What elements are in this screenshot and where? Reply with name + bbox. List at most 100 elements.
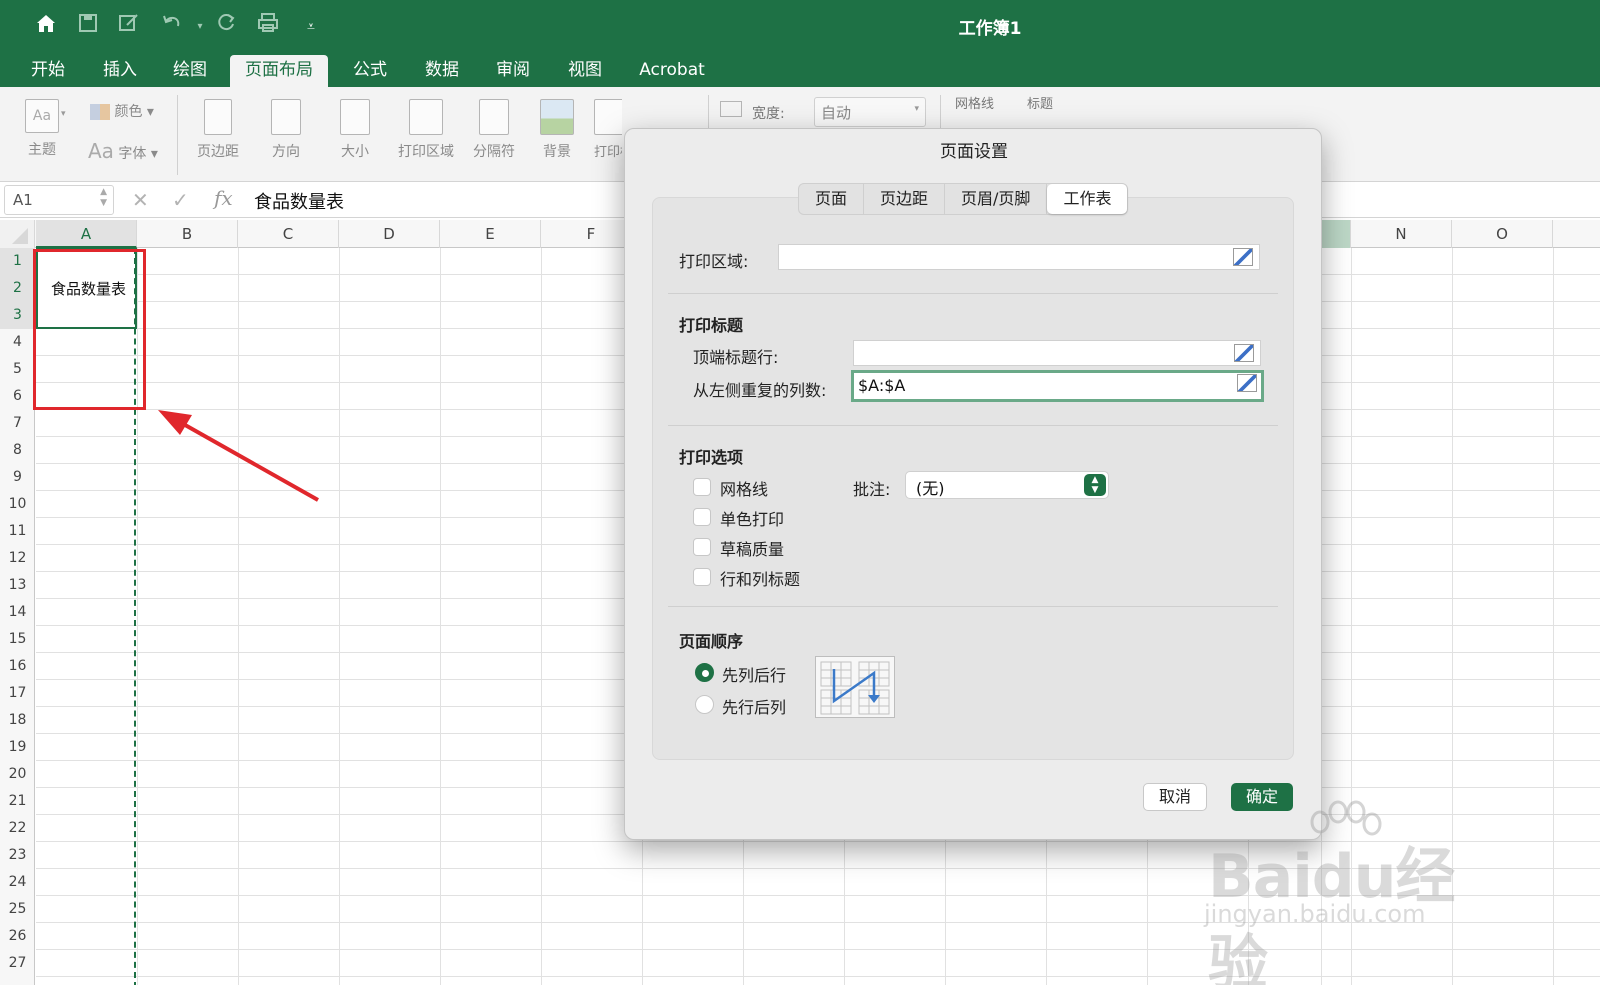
select-all-corner[interactable] (0, 220, 35, 248)
function-icon[interactable]: fx (214, 186, 233, 210)
row-column-headings-checkbox[interactable] (693, 568, 711, 586)
tab-margins[interactable]: 页边距 (864, 184, 946, 214)
orientation-button[interactable]: 方向 (260, 99, 312, 161)
row-header[interactable]: 12 (0, 545, 35, 572)
column-header-a[interactable]: A (36, 220, 137, 248)
dialog-tabs: 页面 页边距 页眉/页脚 工作表 (798, 183, 1129, 215)
name-box[interactable]: A1 ▲ ▼ (4, 185, 114, 215)
breaks-button[interactable]: 分隔符 (468, 99, 520, 161)
print-area-input[interactable] (778, 244, 1260, 270)
row-header[interactable]: 23 (0, 842, 35, 869)
column-header-c[interactable]: C (238, 220, 339, 248)
row-header[interactable]: 2 (0, 275, 35, 302)
edit-icon[interactable] (115, 12, 143, 42)
row-header[interactable]: 19 (0, 734, 35, 761)
row-header[interactable]: 8 (0, 437, 35, 464)
row-header[interactable]: 18 (0, 707, 35, 734)
rows-to-repeat-input[interactable] (853, 340, 1261, 366)
page-order-heading: 页面顺序 (679, 632, 744, 651)
down-then-over-radio[interactable] (695, 663, 714, 682)
page-order-preview-icon (815, 656, 895, 718)
row-header[interactable]: 11 (0, 518, 35, 545)
row-header[interactable]: 22 (0, 815, 35, 842)
row-header[interactable]: 14 (0, 599, 35, 626)
column-header-o[interactable]: O (1452, 220, 1553, 248)
gridlines-checkbox[interactable] (693, 478, 711, 496)
background-button[interactable]: 背景 (536, 99, 578, 161)
print-titles-button[interactable]: 打印标题 (594, 99, 622, 160)
tab-page-layout[interactable]: 页面布局 (230, 55, 328, 87)
comments-select[interactable]: (无) ▲ ▼ (905, 471, 1109, 499)
print-icon[interactable] (254, 12, 282, 42)
row-header[interactable]: 13 (0, 572, 35, 599)
dialog-title: 页面设置 (940, 142, 1008, 162)
column-header-n[interactable]: N (1351, 220, 1452, 248)
row-header[interactable]: 26 (0, 923, 35, 950)
cancel-edit-icon[interactable]: ✕ (132, 188, 149, 212)
tab-page[interactable]: 页面 (799, 184, 865, 214)
row-header[interactable]: 1 (0, 248, 35, 275)
undo-icon[interactable] (158, 12, 186, 42)
tab-view[interactable]: 视图 (555, 55, 615, 87)
save-icon[interactable] (74, 12, 102, 42)
row-header[interactable]: 7 (0, 410, 35, 437)
confirm-edit-icon[interactable]: ✓ (172, 188, 189, 212)
row-header[interactable]: 17 (0, 680, 35, 707)
print-area-icon (409, 99, 443, 135)
sheet-settings-panel: 打印区域: 打印标题 顶端标题行: 从左侧重复的列数: $A:$A 打印选项 网… (652, 197, 1294, 760)
row-header[interactable]: 21 (0, 788, 35, 815)
range-picker-icon[interactable] (1233, 248, 1253, 266)
themes-dropdown-icon[interactable]: ▾ (61, 109, 66, 119)
row-header[interactable]: 5 (0, 356, 35, 383)
tab-draw[interactable]: 绘图 (160, 55, 220, 87)
cancel-button[interactable]: 取消 (1143, 783, 1207, 811)
redo-icon[interactable] (212, 12, 240, 42)
row-header[interactable]: 27 (0, 950, 35, 977)
ok-button[interactable]: 确定 (1231, 783, 1293, 811)
tab-insert[interactable]: 插入 (90, 55, 150, 87)
over-then-down-radio[interactable] (695, 695, 714, 714)
formula-content[interactable]: 食品数量表 (254, 188, 344, 214)
tab-sheet[interactable]: 工作表 (1047, 184, 1128, 214)
row-header[interactable]: 16 (0, 653, 35, 680)
row-header[interactable]: 20 (0, 761, 35, 788)
colors-button[interactable]: 颜色 ▾ (90, 101, 154, 121)
margins-button[interactable]: 页边距 (190, 99, 246, 161)
grid-line (36, 841, 1600, 842)
stepper-icon[interactable]: ▲ ▼ (100, 187, 107, 209)
column-header-b[interactable]: B (137, 220, 238, 248)
row-header[interactable]: 6 (0, 383, 35, 410)
range-picker-icon[interactable] (1234, 344, 1254, 362)
home-icon[interactable] (32, 12, 60, 42)
range-picker-icon[interactable] (1237, 374, 1257, 392)
row-header[interactable]: 15 (0, 626, 35, 653)
tab-formulas[interactable]: 公式 (340, 55, 400, 87)
tab-home[interactable]: 开始 (18, 55, 78, 87)
black-and-white-checkbox[interactable] (693, 508, 711, 526)
tab-review[interactable]: 审阅 (483, 55, 543, 87)
print-area-button[interactable]: 打印区域 (394, 99, 458, 161)
tab-data[interactable]: 数据 (412, 55, 472, 87)
row-header[interactable]: 4 (0, 329, 35, 356)
row-header[interactable]: 10 (0, 491, 35, 518)
customize-icon[interactable]: ⩡ (297, 12, 325, 42)
draft-quality-checkbox[interactable] (693, 538, 711, 556)
width-select[interactable]: 自动 ▾ (814, 97, 926, 127)
title-bar: ▾ ⩡ 工作簿1 (0, 0, 1600, 55)
row-header[interactable]: 24 (0, 869, 35, 896)
column-header-m[interactable] (1321, 220, 1351, 248)
column-header-e[interactable]: E (440, 220, 541, 248)
tab-acrobat[interactable]: Acrobat (630, 55, 714, 87)
themes-button[interactable]: Aa 主题 (16, 99, 68, 159)
row-header[interactable]: 25 (0, 896, 35, 923)
column-header-d[interactable]: D (339, 220, 440, 248)
row-header[interactable]: 3 (0, 302, 35, 329)
fonts-button[interactable]: Aa 字体 ▾ (88, 139, 158, 163)
undo-dropdown-icon[interactable]: ▾ (186, 12, 214, 42)
size-button[interactable]: 大小 (330, 99, 380, 161)
row-header[interactable]: 9 (0, 464, 35, 491)
columns-to-repeat-input[interactable]: $A:$A (851, 370, 1264, 402)
page-setup-dialog: 页面设置 打印区域: 打印标题 顶端标题行: 从左侧重复的列数: $A:$A 打… (624, 128, 1322, 840)
tab-header-footer[interactable]: 页眉/页脚 (945, 184, 1048, 214)
select-arrows-icon: ▲ ▼ (1084, 474, 1106, 496)
